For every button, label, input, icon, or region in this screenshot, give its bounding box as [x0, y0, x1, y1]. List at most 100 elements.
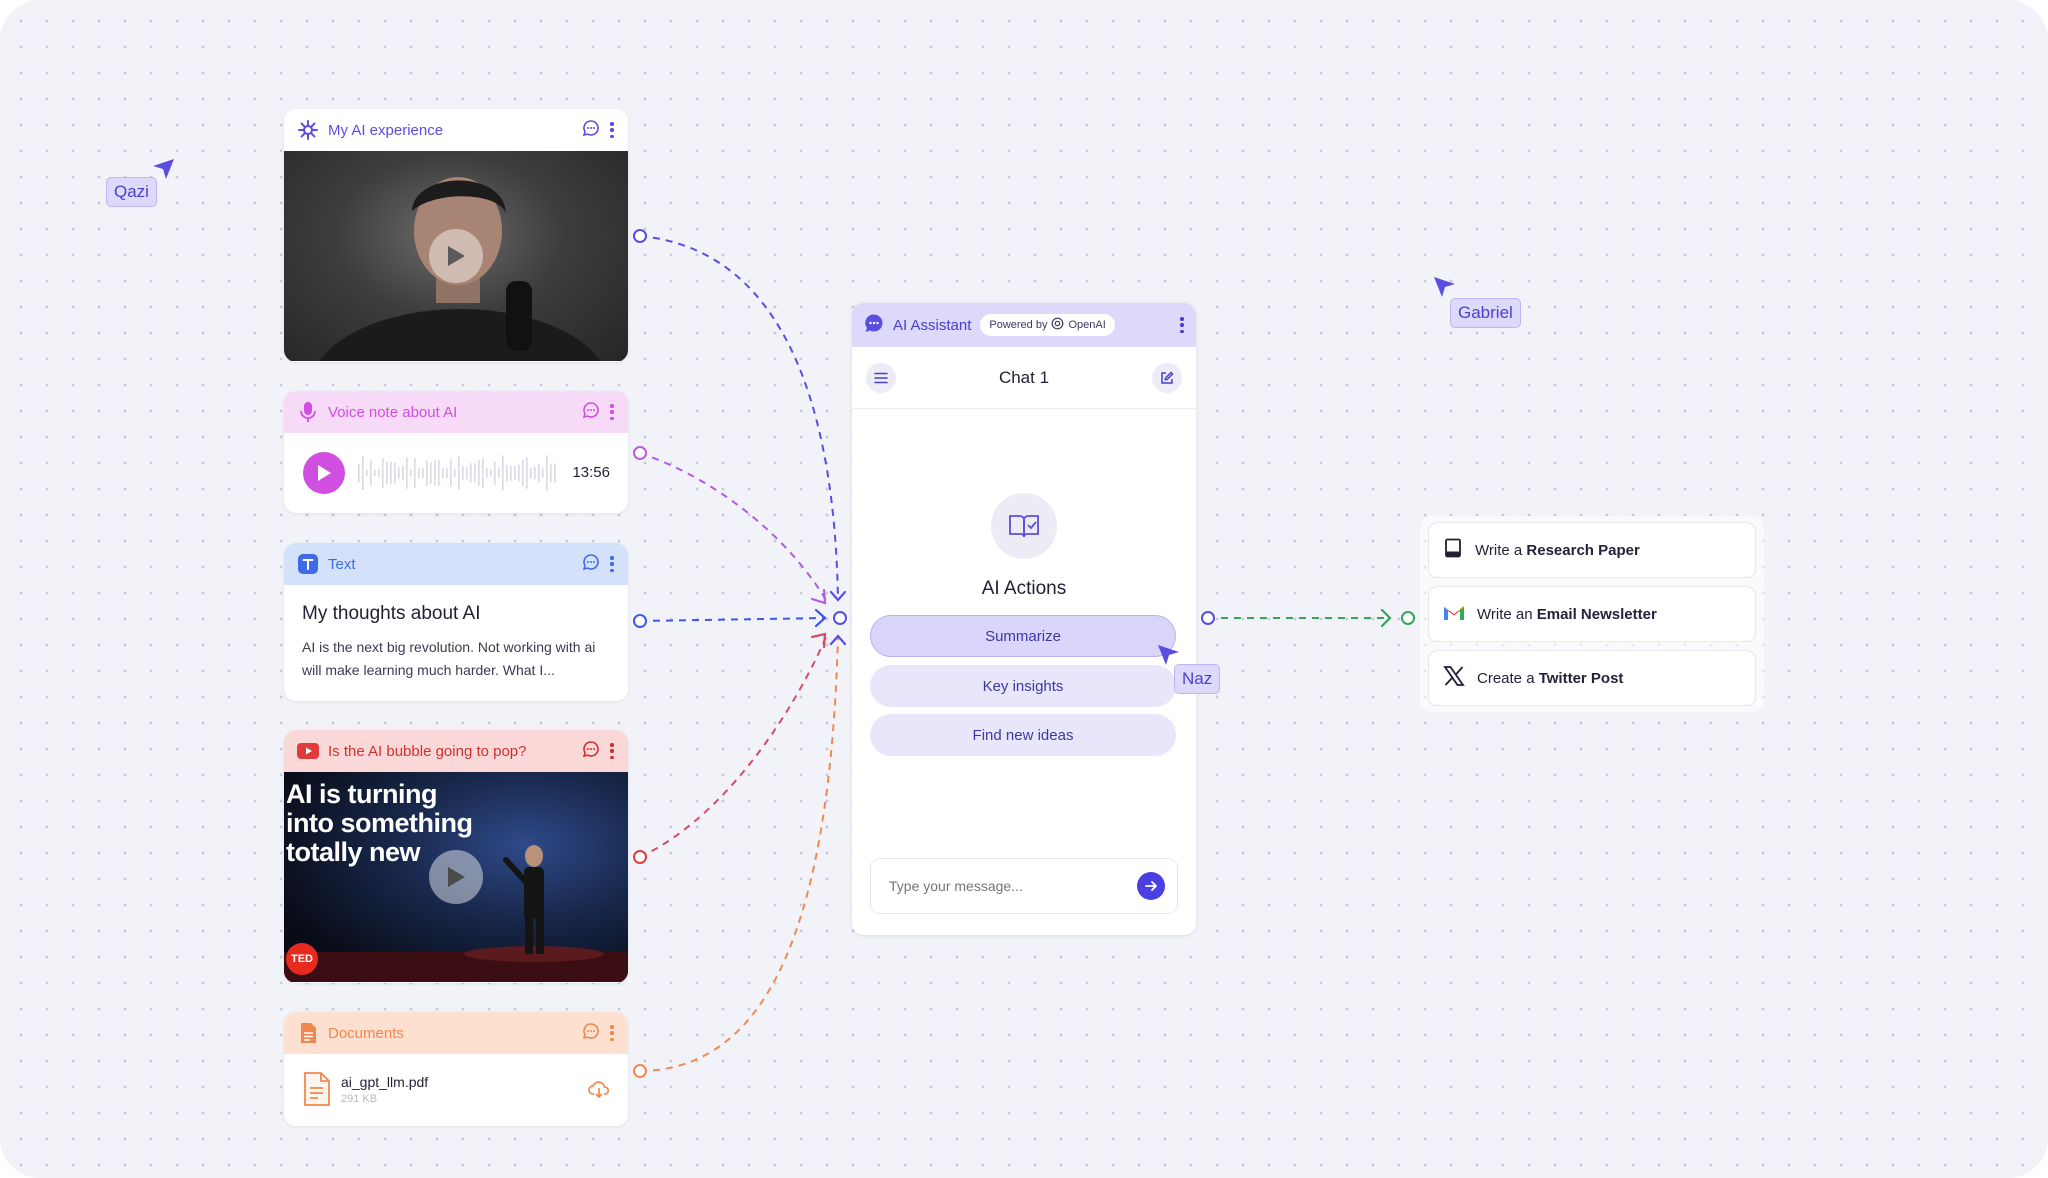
waveform-bar: [486, 468, 488, 478]
file-row[interactable]: ai_gpt_llm.pdf 291 KB: [284, 1054, 628, 1126]
waveform-bar: [478, 460, 480, 486]
more-options-icon[interactable]: [610, 122, 614, 138]
comment-icon[interactable]: [582, 1022, 600, 1045]
comment-icon[interactable]: [582, 119, 600, 142]
actions-title: AI Actions: [981, 578, 1067, 599]
ai-assistant-panel[interactable]: AI Assistant Powered by OpenAI Chat 1 AI…: [852, 303, 1196, 935]
key-insights-button[interactable]: Key insights: [870, 665, 1176, 707]
output-email-newsletter[interactable]: Write an Email Newsletter: [1428, 586, 1756, 642]
summarize-button[interactable]: Summarize: [870, 615, 1176, 657]
video-card[interactable]: My AI experience: [284, 109, 628, 362]
play-icon[interactable]: [429, 850, 483, 904]
wire-voice: [639, 452, 827, 601]
waveform-bar: [398, 467, 400, 479]
more-options-icon[interactable]: [610, 556, 614, 572]
voice-player: 13:56: [284, 433, 628, 513]
more-options-icon[interactable]: [1180, 317, 1184, 333]
chat-toolbar: Chat 1: [852, 347, 1196, 409]
pdf-file-icon: [303, 1072, 331, 1111]
voice-note-card[interactable]: Voice note about AI 13:56: [284, 391, 628, 513]
microphone-icon: [297, 401, 319, 423]
canvas[interactable]: My AI experience Voice note about AI 13:…: [0, 0, 2048, 1178]
waveform-bar: [466, 466, 468, 480]
video-card-title: My AI experience: [328, 121, 444, 139]
waveform-bar: [450, 459, 452, 487]
documents-card-title: Documents: [328, 1024, 404, 1042]
output-research-paper[interactable]: Write a Research Paper: [1428, 522, 1756, 578]
video-thumbnail[interactable]: [284, 151, 628, 361]
cloud-download-icon[interactable]: [588, 1080, 610, 1103]
waveform-bar: [502, 455, 504, 491]
waveform-bar: [358, 464, 360, 482]
comment-icon[interactable]: [582, 740, 600, 763]
waveform-bar: [374, 469, 376, 477]
document-icon: [297, 1022, 319, 1044]
youtube-thumbnail[interactable]: AI is turning into something totally new…: [284, 772, 628, 982]
waveform-bar: [482, 458, 484, 488]
waveform-bar: [402, 465, 404, 481]
youtube-icon: [297, 740, 319, 762]
cursor-label-qazi: Qazi: [106, 177, 157, 207]
wire-video: [639, 235, 839, 601]
waveform-bar: [498, 468, 500, 478]
find-new-ideas-button[interactable]: Find new ideas: [870, 714, 1176, 756]
waveform-bar: [518, 464, 520, 482]
text-card-title: Text: [328, 555, 356, 573]
file-size: 291 KB: [341, 1093, 378, 1105]
waveform-bar: [458, 456, 460, 490]
waveform-bar: [506, 464, 508, 482]
sparkle-icon: [297, 119, 319, 141]
waveform-bar: [390, 461, 392, 485]
youtube-card-title: Is the AI bubble going to pop?: [328, 742, 527, 760]
waveform-bar: [510, 465, 512, 481]
text-card[interactable]: Text My thoughts about AI AI is the next…: [284, 543, 628, 701]
waveform-bar: [426, 460, 428, 486]
waveform-bar: [454, 468, 456, 478]
output-twitter-post[interactable]: Create a Twitter Post: [1428, 650, 1756, 706]
play-icon[interactable]: [429, 229, 483, 283]
video-card-header: My AI experience: [284, 109, 628, 151]
waveform-bar: [430, 462, 432, 484]
waveform-bar: [422, 467, 424, 479]
voice-play-button[interactable]: [303, 452, 345, 494]
cursor-label-gabriel: Gabriel: [1450, 298, 1521, 328]
waveform-bar: [414, 458, 416, 488]
book-check-icon: [991, 493, 1057, 559]
voice-card-header: Voice note about AI: [284, 391, 628, 433]
message-input-box[interactable]: [870, 858, 1178, 914]
new-chat-edit-icon[interactable]: [1152, 362, 1182, 393]
openai-logo-icon: [1051, 317, 1064, 333]
waveform-bar: [462, 465, 464, 481]
assistant-title: AI Assistant: [893, 316, 972, 334]
waveform-bar: [490, 469, 492, 477]
send-button[interactable]: [1137, 872, 1165, 900]
more-options-icon[interactable]: [610, 404, 614, 420]
arrow-right-icon: [1145, 881, 1157, 891]
waveform[interactable]: [358, 448, 558, 498]
documents-card-header: Documents: [284, 1012, 628, 1054]
text-card-body: AI is the next big revolution. Not worki…: [302, 639, 596, 678]
youtube-card[interactable]: Is the AI bubble going to pop? AI is tur…: [284, 730, 628, 983]
waveform-bar: [494, 461, 496, 485]
text-card-heading: My thoughts about AI: [302, 603, 481, 624]
more-options-icon[interactable]: [610, 1025, 614, 1041]
waveform-bar: [550, 464, 552, 482]
gmail-icon: [1443, 604, 1465, 625]
waveform-bar: [378, 468, 380, 478]
waveform-bar: [438, 460, 440, 486]
message-input[interactable]: [889, 878, 1137, 894]
comment-icon[interactable]: [582, 553, 600, 576]
waveform-bar: [538, 463, 540, 483]
waveform-bar: [386, 461, 388, 485]
file-name: ai_gpt_llm.pdf: [341, 1074, 429, 1090]
waveform-bar: [418, 467, 420, 479]
waveform-bar: [410, 469, 412, 477]
text-card-header: Text: [284, 543, 628, 585]
youtube-card-header: Is the AI bubble going to pop?: [284, 730, 628, 772]
more-options-icon[interactable]: [610, 743, 614, 759]
menu-icon[interactable]: [866, 362, 896, 393]
waveform-bar: [362, 456, 364, 490]
documents-card[interactable]: Documents ai_gpt_llm.pdf 291 KB: [284, 1012, 628, 1126]
comment-icon[interactable]: [582, 401, 600, 424]
text-type-icon: [297, 553, 319, 575]
